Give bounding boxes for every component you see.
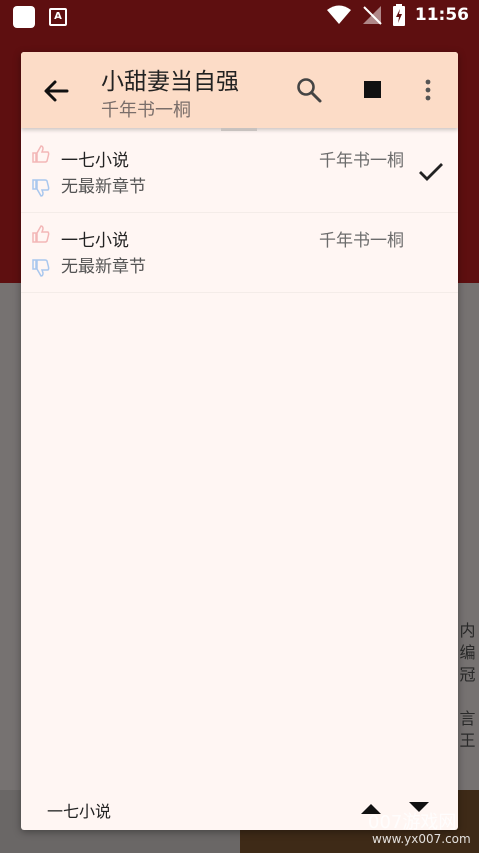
current-source-label: 一七小说 <box>47 802 112 821</box>
back-arrow-icon <box>44 80 69 102</box>
background-side-text: 内编冠言王 <box>459 621 476 750</box>
source-author: 千年书一桐 <box>319 231 404 251</box>
more-options-button[interactable] <box>412 74 444 106</box>
watermark-logo: 007游戏网 <box>368 812 457 833</box>
notification-icon <box>13 6 35 28</box>
source-name: 一七小说 <box>61 231 129 251</box>
no-signal-icon <box>362 6 382 25</box>
search-button[interactable] <box>293 74 325 106</box>
clock: 11:56 <box>414 5 469 25</box>
source-author: 千年书一桐 <box>319 151 404 171</box>
source-name: 一七小说 <box>61 151 129 171</box>
source-list-item[interactable]: 一七小说 千年书一桐 无最新章节 <box>21 212 458 293</box>
book-title: 小甜妻当自强 <box>101 69 239 95</box>
search-icon <box>297 78 322 103</box>
more-vert-icon <box>425 79 431 101</box>
source-list-item[interactable]: 一七小说 千年书一桐 无最新章节 <box>21 132 458 213</box>
check-icon <box>419 163 443 181</box>
back-button[interactable] <box>39 74 73 108</box>
change-source-dialog: 小甜妻当自强 千年书一桐 一七小说 千年书一桐 无最新章节 一七小说 千年书一桐… <box>21 52 458 830</box>
stop-icon <box>364 81 381 98</box>
wifi-icon <box>326 5 351 24</box>
thumb-down-icon[interactable] <box>31 178 51 198</box>
app-notification-icon: A <box>49 8 67 26</box>
thumb-up-icon[interactable] <box>31 224 51 244</box>
thumb-up-icon[interactable] <box>31 144 51 164</box>
book-author: 千年书一桐 <box>101 100 191 121</box>
dialog-toolbar: 小甜妻当自强 千年书一桐 <box>21 52 458 128</box>
source-latest-chapter: 无最新章节 <box>61 257 146 277</box>
battery-charging-icon <box>392 4 405 26</box>
source-latest-chapter: 无最新章节 <box>61 177 146 197</box>
scroll-indicator <box>221 128 257 131</box>
watermark-url: www.yx007.com <box>372 832 471 846</box>
stop-button[interactable] <box>357 74 389 106</box>
status-bar: A 11:56 <box>0 0 479 32</box>
thumb-down-icon[interactable] <box>31 258 51 278</box>
